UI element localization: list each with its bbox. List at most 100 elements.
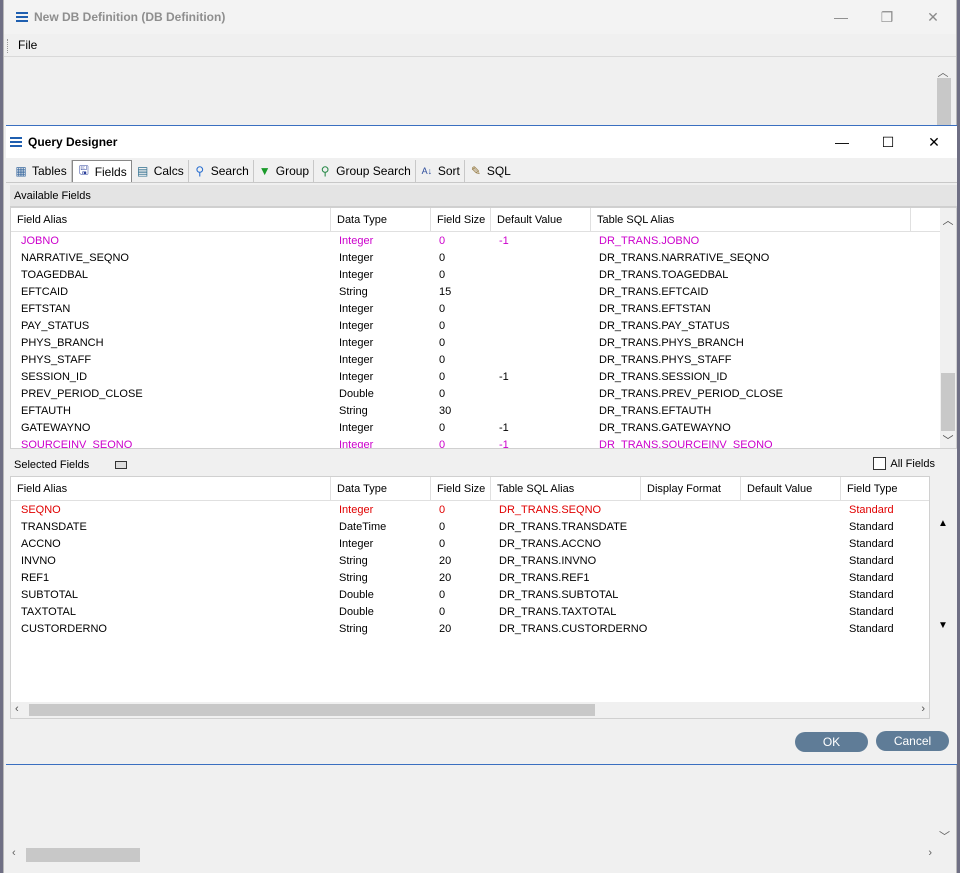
scroll-up-icon[interactable]: ︿ [940, 212, 956, 228]
column-header[interactable]: Table SQL Alias [591, 208, 911, 232]
scroll-down-icon[interactable]: ﹀ [939, 828, 950, 844]
menu-file[interactable]: File [18, 38, 37, 52]
column-header[interactable]: Table SQL Alias [491, 477, 641, 501]
restore-button[interactable]: ❐ [864, 0, 910, 34]
table-cell: 20 [439, 623, 452, 635]
table-row[interactable]: SEQNO Integer 0 DR_TRANS.SEQNO Standard [11, 502, 929, 519]
scroll-left-icon[interactable]: ‹ [15, 703, 19, 715]
selected-fields-grid[interactable]: Field Alias Data Type Field Size Table S… [10, 476, 930, 719]
outer-vertical-scrollbar[interactable]: ︿ [935, 62, 951, 126]
scroll-thumb[interactable] [941, 373, 955, 431]
column-header[interactable]: Data Type [331, 477, 431, 501]
table-cell: 0 [439, 354, 446, 366]
column-header[interactable]: Field Alias [11, 477, 331, 501]
magnifier-icon: ⚲ [195, 164, 205, 178]
table-cell [641, 604, 649, 621]
table-row[interactable]: SUBTOTAL Double 0 DR_TRANS.SUBTOTAL Standard [11, 587, 929, 604]
table-row[interactable]: EFTCAID String 15 DR_TRANS.EFTCAID [11, 284, 956, 301]
move-down-arrow-icon[interactable]: ▼ [938, 620, 948, 631]
table-cell: DR_TRANS.PREV_PERIOD_CLOSE [599, 388, 783, 400]
table-cell: 0 [439, 235, 446, 247]
available-fields-vertical-scrollbar[interactable]: ︿ ﹀ [940, 208, 956, 448]
all-fields-checkbox[interactable]: All Fields [873, 457, 935, 470]
tab-calcs[interactable]: ▤ Calcs [132, 160, 189, 182]
scroll-right-icon[interactable]: › [921, 703, 925, 715]
tab-fields[interactable]: 🖫 Fields [71, 160, 132, 182]
maximize-button[interactable]: ☐ [865, 126, 911, 158]
query-designer-title-bar: Query Designer — ☐ ✕ [6, 126, 957, 158]
table-row[interactable]: TAXTOTAL Double 0 DR_TRANS.TAXTOTAL Standard [11, 604, 929, 621]
table-cell: DR_TRANS.SOURCEINV_SEQNO [599, 439, 773, 449]
table-cell [741, 502, 749, 519]
table-cell [491, 250, 499, 267]
table-cell: 0 [439, 371, 446, 383]
table-row[interactable]: SOURCEINV_SEQNO Integer 0 -1 DR_TRANS.SOURCE… [11, 437, 956, 449]
table-cell: 0 [439, 269, 446, 281]
table-cell: String [339, 286, 368, 298]
available-fields-columns: Field Alias Data Type Field Size Default… [11, 208, 956, 232]
column-header[interactable]: Display Format [641, 477, 741, 501]
window-menu-icon[interactable] [10, 137, 22, 147]
calculator-icon: ▤ [137, 164, 149, 178]
tab-search[interactable]: ⚲ Search [189, 160, 254, 182]
table-cell: DR_TRANS.EFTCAID [599, 286, 709, 298]
scroll-right-icon[interactable]: › [928, 847, 932, 859]
selected-fields-horizontal-scrollbar[interactable]: ‹ › [11, 702, 929, 718]
table-row[interactable]: PHYS_BRANCH Integer 0 DR_TRANS.PHYS_BRANCH [11, 335, 956, 352]
table-row[interactable]: PREV_PERIOD_CLOSE Double 0 DR_TRANS.PREV_PE… [11, 386, 956, 403]
column-header[interactable]: Field Size [431, 477, 491, 501]
scroll-thumb[interactable] [29, 704, 595, 716]
field-editor-icon[interactable] [115, 461, 128, 469]
scroll-thumb[interactable] [26, 848, 140, 862]
tab-group-search[interactable]: ⚲ Group Search [314, 160, 416, 182]
table-cell: Integer [339, 303, 374, 315]
table-row[interactable]: ACCNO Integer 0 DR_TRANS.ACCNO Standard [11, 536, 929, 553]
table-cell: 0 [439, 589, 446, 601]
table-row[interactable]: TOAGEDBAL Integer 0 DR_TRANS.TOAGEDBAL [11, 267, 956, 284]
scroll-down-icon[interactable]: ﹀ [940, 432, 956, 448]
column-header[interactable]: Default Value [741, 477, 841, 501]
table-row[interactable]: NARRATIVE_SEQNO Integer 0 DR_TRANS.NARRATIV… [11, 250, 956, 267]
column-header[interactable]: Data Type [331, 208, 431, 232]
minimize-button[interactable]: — [818, 0, 864, 34]
table-row[interactable]: PHYS_STAFF Integer 0 DR_TRANS.PHYS_STAFF [11, 352, 956, 369]
tab-sort[interactable]: A↓ Sort [416, 160, 465, 182]
table-row[interactable]: INVNO String 20 DR_TRANS.INVNO Standard [11, 553, 929, 570]
close-button[interactable]: ✕ [911, 126, 957, 158]
column-header[interactable]: Field Type [841, 477, 929, 501]
table-row[interactable]: CUSTORDERNO String 20 DR_TRANS.CUSTORDERNO S… [11, 621, 929, 638]
tab-label: Fields [94, 164, 127, 179]
tab-sql[interactable]: ✎ SQL [465, 160, 515, 182]
table-cell: Double [339, 388, 374, 400]
table-row[interactable]: JOBNO Integer 0 -1 DR_TRANS.JOBNO [11, 233, 956, 250]
close-button[interactable]: ✕ [910, 0, 956, 34]
scroll-thumb[interactable] [937, 78, 951, 126]
table-cell: PHYS_STAFF [21, 354, 92, 366]
ok-button[interactable]: OK [795, 732, 868, 752]
window-menu-icon[interactable] [16, 12, 28, 22]
available-fields-grid[interactable]: Field Alias Data Type Field Size Default… [10, 207, 957, 449]
table-row[interactable]: EFTAUTH String 30 DR_TRANS.EFTAUTH [11, 403, 956, 420]
table-row[interactable]: TRANSDATE DateTime 0 DR_TRANS.TRANSDATE Stan… [11, 519, 929, 536]
tab-group[interactable]: ▼ Group [254, 160, 315, 182]
all-fields-label: All Fields [890, 457, 935, 470]
column-header[interactable]: Field Size [431, 208, 491, 232]
column-header[interactable]: Field Alias [11, 208, 331, 232]
outer-horizontal-scrollbar[interactable]: ‹ › [4, 846, 954, 862]
menu-bar: File [4, 35, 956, 57]
move-up-arrow-icon[interactable]: ▲ [938, 518, 948, 529]
menu-grip [7, 39, 9, 53]
column-header[interactable]: Default Value [491, 208, 591, 232]
minimize-button[interactable]: — [819, 126, 865, 158]
tab-tables[interactable]: ▦ Tables [10, 160, 72, 182]
table-cell [741, 519, 749, 536]
table-row[interactable]: GATEWAYNO Integer 0 -1 DR_TRANS.GATEWAYNO [11, 420, 956, 437]
table-row[interactable]: REF1 String 20 DR_TRANS.REF1 Standard [11, 570, 929, 587]
scroll-left-icon[interactable]: ‹ [12, 847, 16, 859]
cancel-button[interactable]: Cancel [876, 731, 949, 751]
table-cell: 0 [439, 606, 446, 618]
table-row[interactable]: SESSION_ID Integer 0 -1 DR_TRANS.SESSION_ID [11, 369, 956, 386]
checkbox-box[interactable] [873, 457, 887, 470]
table-row[interactable]: PAY_STATUS Integer 0 DR_TRANS.PAY_STATUS [11, 318, 956, 335]
table-row[interactable]: EFTSTAN Integer 0 DR_TRANS.EFTSTAN [11, 301, 956, 318]
